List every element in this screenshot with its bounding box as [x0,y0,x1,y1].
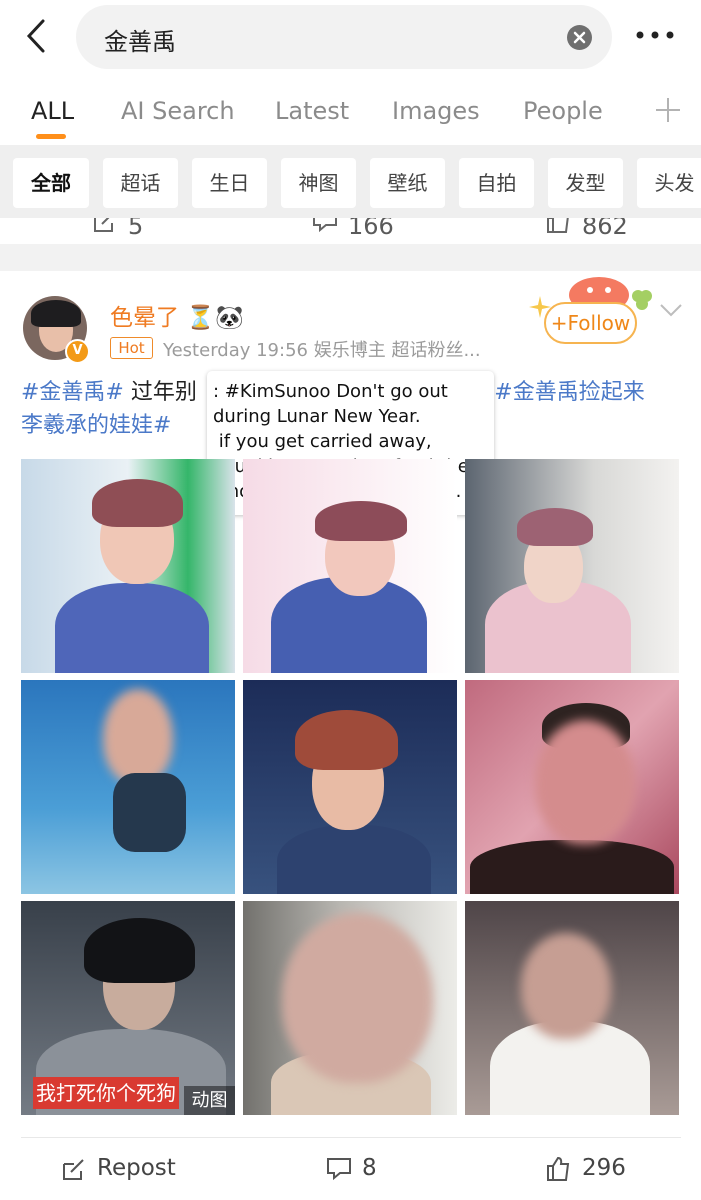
divider [21,1137,681,1138]
person-body [113,773,186,852]
tab-ai-search[interactable]: AI Search [121,97,235,125]
grid-image-1[interactable] [21,459,235,673]
person-body [55,583,209,673]
person-hair [295,710,398,770]
previous-post-actions: 5 166 862 [0,218,701,244]
verified-badge-icon: V [65,339,90,364]
tab-all[interactable]: ALL [31,97,74,125]
image-caption: 我打死你个死狗 [33,1077,179,1109]
chip-hair[interactable]: 头发 [637,158,701,208]
previous-comment-count: 166 [348,218,394,240]
repost-label: Repost [97,1155,176,1181]
grid-image-9[interactable] [465,901,679,1115]
active-tab-indicator [36,134,66,139]
previous-repost-count: 5 [128,218,144,240]
username-emoji: ⏳🐼 [186,305,244,331]
grid-image-3[interactable] [465,459,679,673]
blurred-face [103,689,173,785]
comment-icon [327,1158,351,1181]
image-grid [21,459,681,1115]
person-hair [84,918,195,983]
chip-wallpaper[interactable]: 壁纸 [370,158,445,208]
follow-widget: +Follow [528,267,656,349]
person-body [470,840,674,894]
post-time: Yesterday 19:56 [163,340,308,361]
repost-icon[interactable] [92,218,118,234]
comment-count: 8 [362,1155,377,1181]
cartoon-mascot-icon [569,277,629,305]
repost-button[interactable]: Repost [61,1150,201,1190]
filter-chip-bar: 全部 超话 生日 神图 壁纸 自拍 发型 头发 [0,145,701,218]
grid-image-2[interactable] [243,459,457,673]
post-username[interactable]: 色晕了 ⏳🐼 [110,298,244,332]
person-hair [92,479,183,527]
blurred-face [535,720,635,844]
username-text: 色晕了 [110,305,179,331]
person-hair [315,501,407,541]
post-meta: Yesterday 19:56 娱乐博主 超话粉丝... [163,336,481,362]
gif-badge: 动图 [184,1086,235,1115]
grid-image-6[interactable] [465,680,679,894]
chip-super-topic[interactable]: 超话 [103,158,178,208]
person-hair [517,508,593,546]
chip-all[interactable]: 全部 [13,158,89,208]
follow-button[interactable]: +Follow [544,302,637,344]
repost-icon [63,1159,84,1180]
blurred-face [282,913,433,1083]
like-button[interactable]: 296 [545,1150,645,1190]
follow-label: Follow [567,311,631,335]
grid-image-8[interactable] [243,901,457,1115]
like-icon[interactable] [545,218,571,234]
chip-hairstyle[interactable]: 发型 [548,158,623,208]
avatar-hair [31,300,81,327]
post-source: 娱乐博主 超话粉丝... [313,340,481,361]
follow-plus-icon: + [550,311,568,335]
tab-latest[interactable]: Latest [275,97,349,125]
chip-selfie[interactable]: 自拍 [459,158,534,208]
chip-iconic-pics[interactable]: 神图 [281,158,356,208]
post-text-mid: 过年别 [123,380,197,405]
person-body [277,825,431,894]
search-tabs: ALL AI Search Latest Images People [0,80,701,145]
search-input[interactable]: 金善禹 [76,5,612,69]
add-tab-icon[interactable] [653,95,683,125]
back-arrow-icon[interactable] [20,16,56,56]
hashtag-heeseung-doll[interactable]: 李羲承的娃娃# [21,413,171,438]
tab-images[interactable]: Images [392,97,480,125]
comment-icon[interactable] [312,218,338,234]
more-options-icon[interactable] [633,20,677,50]
grid-image-5[interactable] [243,680,457,894]
tab-people[interactable]: People [523,97,603,125]
grid-image-4[interactable] [21,680,235,894]
comment-button[interactable]: 8 [326,1150,406,1190]
hashtag-sunoo-pick[interactable]: #金善禹捡起来 [494,380,644,405]
hashtag-sunoo[interactable]: #金善禹# [21,380,124,405]
like-icon [547,1156,570,1181]
hot-badge: Hot [110,337,153,359]
like-count: 296 [582,1155,626,1181]
search-query: 金善禹 [104,28,176,56]
chevron-down-icon[interactable] [658,300,684,320]
chip-birthday[interactable]: 生日 [192,158,267,208]
clear-search-icon[interactable] [567,25,592,50]
previous-like-count: 862 [582,218,628,240]
blurred-face [521,933,611,1039]
